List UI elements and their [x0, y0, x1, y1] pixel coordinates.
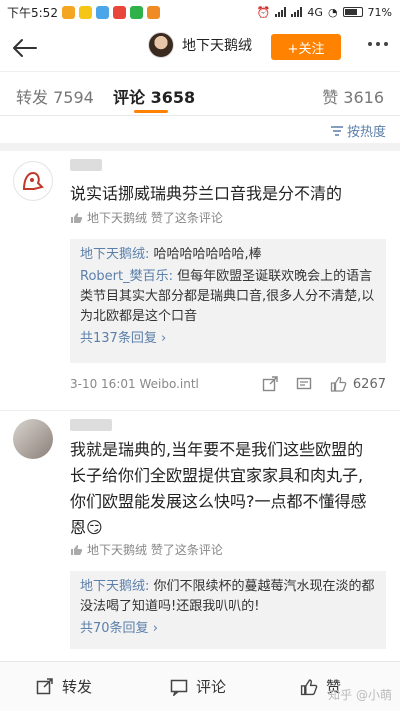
clock: 下午5:52: [7, 5, 58, 20]
active-tab-indicator: [134, 110, 168, 113]
more-menu-button[interactable]: [368, 42, 388, 46]
watermark: 知乎 @小萌: [328, 688, 392, 702]
liked-by-text: 地下天鹅绒 赞了这条评论: [87, 211, 223, 225]
comment-item: 我就是瑞典的,当年要不是我们这些欧盟的长子给你们全欧盟提供宜家家具和肉丸子,你们…: [0, 411, 400, 661]
wifi-icon: ◔: [327, 5, 338, 19]
author-header[interactable]: 地下天鹅绒: [148, 32, 252, 58]
comment-meta: 3-10 16:01 Weibo.intl: [70, 377, 199, 391]
reply-thread[interactable]: 地下天鹅绒: 你们不限续杯的蔓越莓汽水现在淡的都没法喝了知道吗!还跟我叭叭的! …: [70, 571, 386, 649]
follow-button[interactable]: +关注: [271, 34, 341, 60]
reply-thread[interactable]: 地下天鹅绒: 哈哈哈哈哈哈哈,棒 Robert_樊百乐: 但每年欧盟圣诞联欢晚会…: [70, 239, 386, 363]
more-dot-icon: [384, 42, 388, 46]
like-button[interactable]: 6267: [330, 376, 386, 392]
avatar: [148, 32, 174, 58]
chevron-right-icon: ›: [160, 331, 167, 346]
commenter-name-redacted[interactable]: [70, 159, 102, 171]
more-replies-label: 共137条回复: [80, 331, 157, 346]
view-more-replies-link[interactable]: 共137条回复 ›: [80, 329, 376, 349]
notification-app-icon: [78, 5, 92, 19]
avatar[interactable]: [13, 419, 53, 459]
view-more-replies-link[interactable]: 共70条回复 ›: [80, 619, 376, 639]
reply-author[interactable]: Robert_樊百乐:: [80, 269, 173, 284]
user-avatar-icon: [22, 171, 44, 190]
tab-bar: 转发 7594 评论 3658 赞 3616: [0, 72, 400, 116]
tab-comment[interactable]: 评论 3658: [113, 84, 195, 108]
author-name: 地下天鹅绒: [182, 38, 252, 54]
thumbs-up-icon: [300, 678, 318, 695]
thumbs-up-icon: [71, 212, 83, 223]
battery-level: 71%: [367, 5, 392, 19]
notification-app-icon: [112, 5, 126, 19]
back-arrow-icon: [13, 38, 37, 57]
more-dot-icon: [368, 42, 372, 46]
reply-text: 哈哈哈哈哈哈哈,棒: [153, 247, 262, 262]
signal-icon: [291, 7, 303, 17]
signal-icon: [275, 7, 287, 17]
liked-by-text: 地下天鹅绒 赞了这条评论: [87, 543, 223, 557]
sort-icon: [330, 125, 343, 136]
repost-label: 转发: [62, 678, 93, 696]
notification-app-icon: [129, 5, 143, 19]
more-dot-icon: [376, 42, 380, 46]
share-icon[interactable]: [262, 376, 278, 392]
network-type: 4G: [307, 5, 323, 19]
notification-app-icon: [95, 5, 109, 19]
thumbs-up-icon: [330, 376, 347, 392]
notification-app-icon: [61, 5, 75, 19]
sort-label: 按热度: [346, 125, 386, 140]
comment-button[interactable]: 评论: [170, 676, 226, 697]
reply-item: 地下天鹅绒: 你们不限续杯的蔓越莓汽水现在淡的都没法喝了知道吗!还跟我叭叭的!: [80, 577, 376, 617]
tab-repost[interactable]: 转发 7594: [16, 84, 94, 108]
like-count: 6267: [352, 376, 386, 392]
comment-text: 说实话挪威瑞典芬兰口音我是分不清的: [70, 184, 343, 203]
battery-icon: [342, 7, 363, 17]
reply-author[interactable]: 地下天鹅绒:: [80, 247, 149, 262]
repost-button[interactable]: 转发: [36, 676, 92, 697]
author-liked-note: 地下天鹅绒 赞了这条评论: [70, 541, 223, 558]
author-liked-note: 地下天鹅绒 赞了这条评论: [70, 209, 223, 226]
reply-item: Robert_樊百乐: 但每年欧盟圣诞联欢晚会上的语言类节目其实大部分都是瑞典口…: [80, 267, 376, 327]
alarm-icon: ⏰: [256, 5, 271, 19]
reply-icon[interactable]: [296, 376, 312, 392]
tab-like[interactable]: 赞 3616: [322, 84, 384, 108]
commenter-name-redacted[interactable]: [70, 419, 112, 431]
comment-icon: [170, 679, 188, 696]
status-bar: 下午5:52 ⏰ 4G ◔ 71%: [0, 0, 400, 24]
bottom-toolbar: 转发 评论 赞 知乎 @小萌: [0, 661, 400, 711]
notification-app-icon: [146, 5, 160, 19]
reply-item: 地下天鹅绒: 哈哈哈哈哈哈哈,棒: [80, 245, 376, 265]
comment-label: 评论: [196, 678, 227, 696]
reply-author[interactable]: 地下天鹅绒:: [80, 579, 149, 594]
more-replies-label: 共70条回复: [80, 621, 149, 636]
comment-footer: 3-10 16:01 Weibo.intl 6267: [70, 376, 386, 392]
comment-text: 我就是瑞典的,当年要不是我们这些欧盟的长子给你们全欧盟提供宜家家具和肉丸子,你们…: [70, 440, 367, 537]
thumbs-up-icon: [71, 544, 83, 555]
comment-item: 说实话挪威瑞典芬兰口音我是分不清的 地下天鹅绒 赞了这条评论 地下天鹅绒: 哈哈…: [0, 151, 400, 401]
back-button[interactable]: [0, 24, 48, 72]
chevron-right-icon: ›: [152, 621, 158, 636]
avatar[interactable]: [13, 161, 53, 201]
section-divider: [0, 143, 400, 151]
sort-toggle[interactable]: 按热度: [330, 121, 386, 140]
share-icon: [36, 677, 53, 694]
